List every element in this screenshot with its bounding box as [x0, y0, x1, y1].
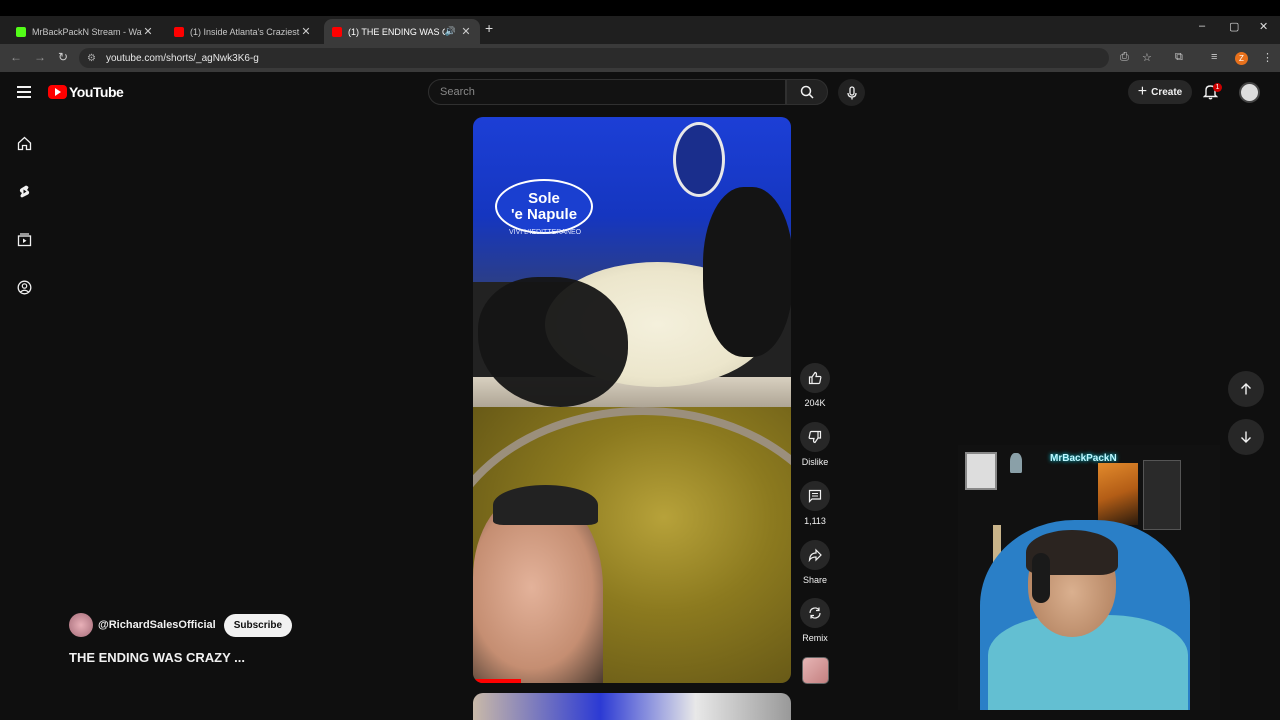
plus-icon: + — [1137, 83, 1148, 100]
sole-napule-logo: Sole 'e Napule — [495, 179, 593, 234]
media-controls-icon[interactable]: ≡ — [1211, 51, 1217, 63]
short-title: THE ENDING WAS CRAZY ... — [69, 650, 245, 665]
profile-avatar[interactable]: Z — [1235, 52, 1248, 65]
back-arrow-icon[interactable]: ← — [10, 50, 22, 64]
comment-count: 1,113 — [804, 516, 826, 526]
dislike-button[interactable]: Dislike — [798, 422, 832, 467]
arrow-down-icon — [1241, 431, 1251, 443]
maximize-button[interactable]: ▢ — [1229, 20, 1239, 33]
thumbs-up-icon — [808, 371, 822, 385]
next-short-button[interactable] — [1228, 419, 1264, 455]
extensions-icon[interactable]: ⧉ — [1175, 51, 1183, 64]
install-app-icon[interactable]: ⎙ — [1120, 51, 1129, 64]
channel-row: @RichardSalesOfficial Subscribe — [69, 613, 293, 637]
screen-top-strip — [0, 0, 1280, 16]
youtube-favicon-icon — [332, 26, 342, 37]
shorts-icon[interactable] — [17, 184, 32, 199]
tiger-poster — [1098, 463, 1138, 525]
tab-atlanta-jail[interactable]: (1) Inside Atlanta's Craziest Jail ✕ — [166, 19, 320, 44]
close-window-button[interactable]: ✕ — [1259, 20, 1268, 33]
gloved-hand-right — [703, 187, 791, 357]
like-button[interactable]: 204K — [798, 363, 832, 408]
share-label: Share — [802, 575, 828, 585]
video-progress-bar[interactable] — [473, 679, 521, 683]
short-video-player[interactable]: Sole 'e Napule VIVI L'IEDITTERANEO — [473, 117, 791, 683]
tab-close-icon[interactable]: ✕ — [300, 25, 312, 38]
restaurant-seal-logo — [673, 122, 725, 197]
streamer-webcam-overlay: MrBackPackN — [958, 445, 1220, 710]
microphone-icon — [846, 85, 857, 99]
reload-icon[interactable]: ↻ — [58, 50, 68, 64]
jacket-tagline: VIVI L'IEDITTERANEO — [509, 229, 582, 236]
headphones — [1032, 553, 1050, 603]
dislike-label: Dislike — [801, 457, 829, 467]
minimize-button[interactable]: – — [1199, 20, 1205, 32]
home-icon[interactable] — [17, 136, 32, 151]
remix-icon — [809, 607, 821, 619]
account-avatar[interactable] — [1239, 82, 1260, 103]
subscribe-button[interactable]: Subscribe — [223, 613, 293, 637]
url-text: youtube.com/shorts/_agNwk3K6-g — [105, 52, 259, 64]
address-bar-row: ← → ↻ ⚙ youtube.com/shorts/_agNwk3K6-g ⎙… — [0, 44, 1280, 72]
search-input[interactable]: Search — [428, 79, 786, 105]
tab-strip: MrBackPackN Stream - Watch ✕ (1) Inside … — [0, 16, 1280, 44]
new-tab-button[interactable]: + — [485, 20, 493, 36]
youtube-favicon-icon — [174, 26, 184, 37]
next-short-preview[interactable] — [473, 693, 791, 720]
tab-ending-was-crazy[interactable]: (1) THE ENDING WAS CRAZ 🔊 ✕ — [324, 19, 480, 44]
creator-cap — [493, 485, 598, 525]
comment-icon — [808, 489, 822, 503]
audio-playing-icon[interactable]: 🔊 — [445, 26, 456, 37]
like-count: 204K — [804, 398, 826, 408]
bookmark-star-icon[interactable]: ☆ — [1142, 51, 1152, 64]
share-arrow-icon — [808, 548, 822, 562]
search-button[interactable] — [786, 79, 828, 105]
tab-close-icon[interactable]: ✕ — [142, 25, 154, 38]
you-icon[interactable] — [17, 280, 32, 295]
wall-poster — [1143, 460, 1181, 530]
site-info-icon[interactable]: ⚙ — [87, 53, 96, 64]
sound-source-thumbnail[interactable] — [802, 657, 829, 684]
kick-favicon-icon — [16, 26, 26, 37]
channel-avatar[interactable] — [69, 613, 93, 637]
tab-close-icon[interactable]: ✕ — [460, 25, 472, 38]
more-menu-icon[interactable]: ⋮ — [1262, 51, 1273, 64]
wall-lamp — [1010, 453, 1022, 473]
tab-kick-stream[interactable]: MrBackPackN Stream - Watch ✕ — [8, 19, 162, 44]
youtube-logo[interactable]: YouTube — [48, 84, 124, 100]
hamburger-menu-icon[interactable] — [17, 86, 31, 98]
notification-count-badge: 1 — [1213, 83, 1222, 92]
share-button[interactable]: Share — [798, 540, 832, 585]
search-icon — [800, 85, 814, 99]
subscriptions-icon[interactable] — [17, 232, 32, 247]
thumbs-down-icon — [808, 430, 822, 444]
channel-name[interactable]: @RichardSalesOfficial — [98, 619, 216, 631]
youtube-play-icon — [48, 85, 67, 99]
remix-label: Remix — [802, 633, 828, 643]
comments-button[interactable]: 1,113 — [798, 481, 832, 526]
previous-short-button[interactable] — [1228, 371, 1264, 407]
arrow-up-icon — [1241, 383, 1251, 395]
remix-button[interactable]: Remix — [798, 598, 832, 643]
voice-search-button[interactable] — [838, 79, 865, 106]
youtube-header: YouTube Search + Create 1 — [0, 72, 1280, 112]
url-input[interactable]: ⚙ youtube.com/shorts/_agNwk3K6-g — [79, 48, 1109, 68]
wall-picture-frame — [965, 452, 997, 490]
forward-arrow-icon[interactable]: → — [34, 50, 46, 64]
create-button[interactable]: + Create — [1128, 80, 1192, 104]
